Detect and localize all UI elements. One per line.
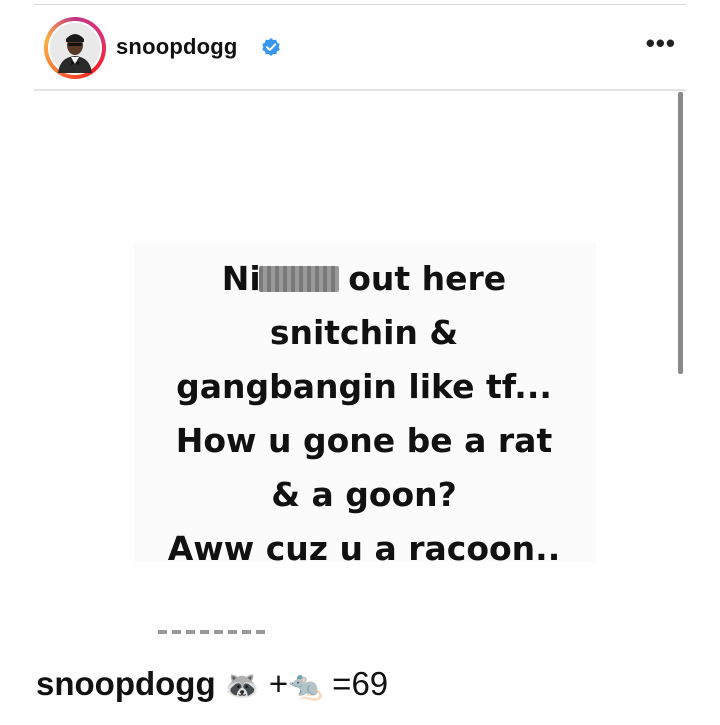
caption-suffix: =69 — [332, 665, 389, 702]
story-line-2: snitchin & — [269, 313, 459, 352]
scrollbar[interactable] — [678, 92, 683, 374]
story-line-5: & a goon? — [271, 475, 457, 514]
more-options-icon[interactable]: ••• — [646, 28, 676, 59]
caption: snoopdogg 🦝 +🐀 =69 — [36, 662, 388, 708]
rat-emoji-icon: 🐀 — [288, 669, 323, 702]
story-line-1-start: Ni — [221, 259, 261, 298]
top-edge-line — [34, 4, 686, 5]
story-line-4: How u gone be a rat — [175, 421, 553, 460]
story-line-6: Aww cuz u a racoon.. — [167, 529, 561, 568]
story-line-3: gangbangin like tf... — [176, 367, 552, 406]
caption-plus: + — [268, 665, 289, 702]
username[interactable]: snoopdogg — [116, 34, 238, 60]
post-header: snoopdogg ••• — [34, 6, 686, 88]
avatar-image — [48, 21, 102, 75]
verified-badge-icon — [262, 38, 280, 56]
story-text: Ni out here snitchin & gangbangin like t… — [114, 252, 614, 576]
raccoon-emoji-icon: 🦝 — [224, 669, 260, 702]
censor-block — [258, 266, 339, 292]
cut-off-text-fragment — [158, 630, 268, 634]
header-divider — [34, 89, 686, 91]
avatar-portrait-icon — [50, 23, 100, 73]
story-line-1-end: out here — [336, 259, 507, 298]
avatar[interactable] — [44, 17, 106, 79]
caption-username[interactable]: snoopdogg — [36, 665, 216, 702]
post-image[interactable]: Ni out here snitchin & gangbangin like t… — [34, 92, 674, 637]
